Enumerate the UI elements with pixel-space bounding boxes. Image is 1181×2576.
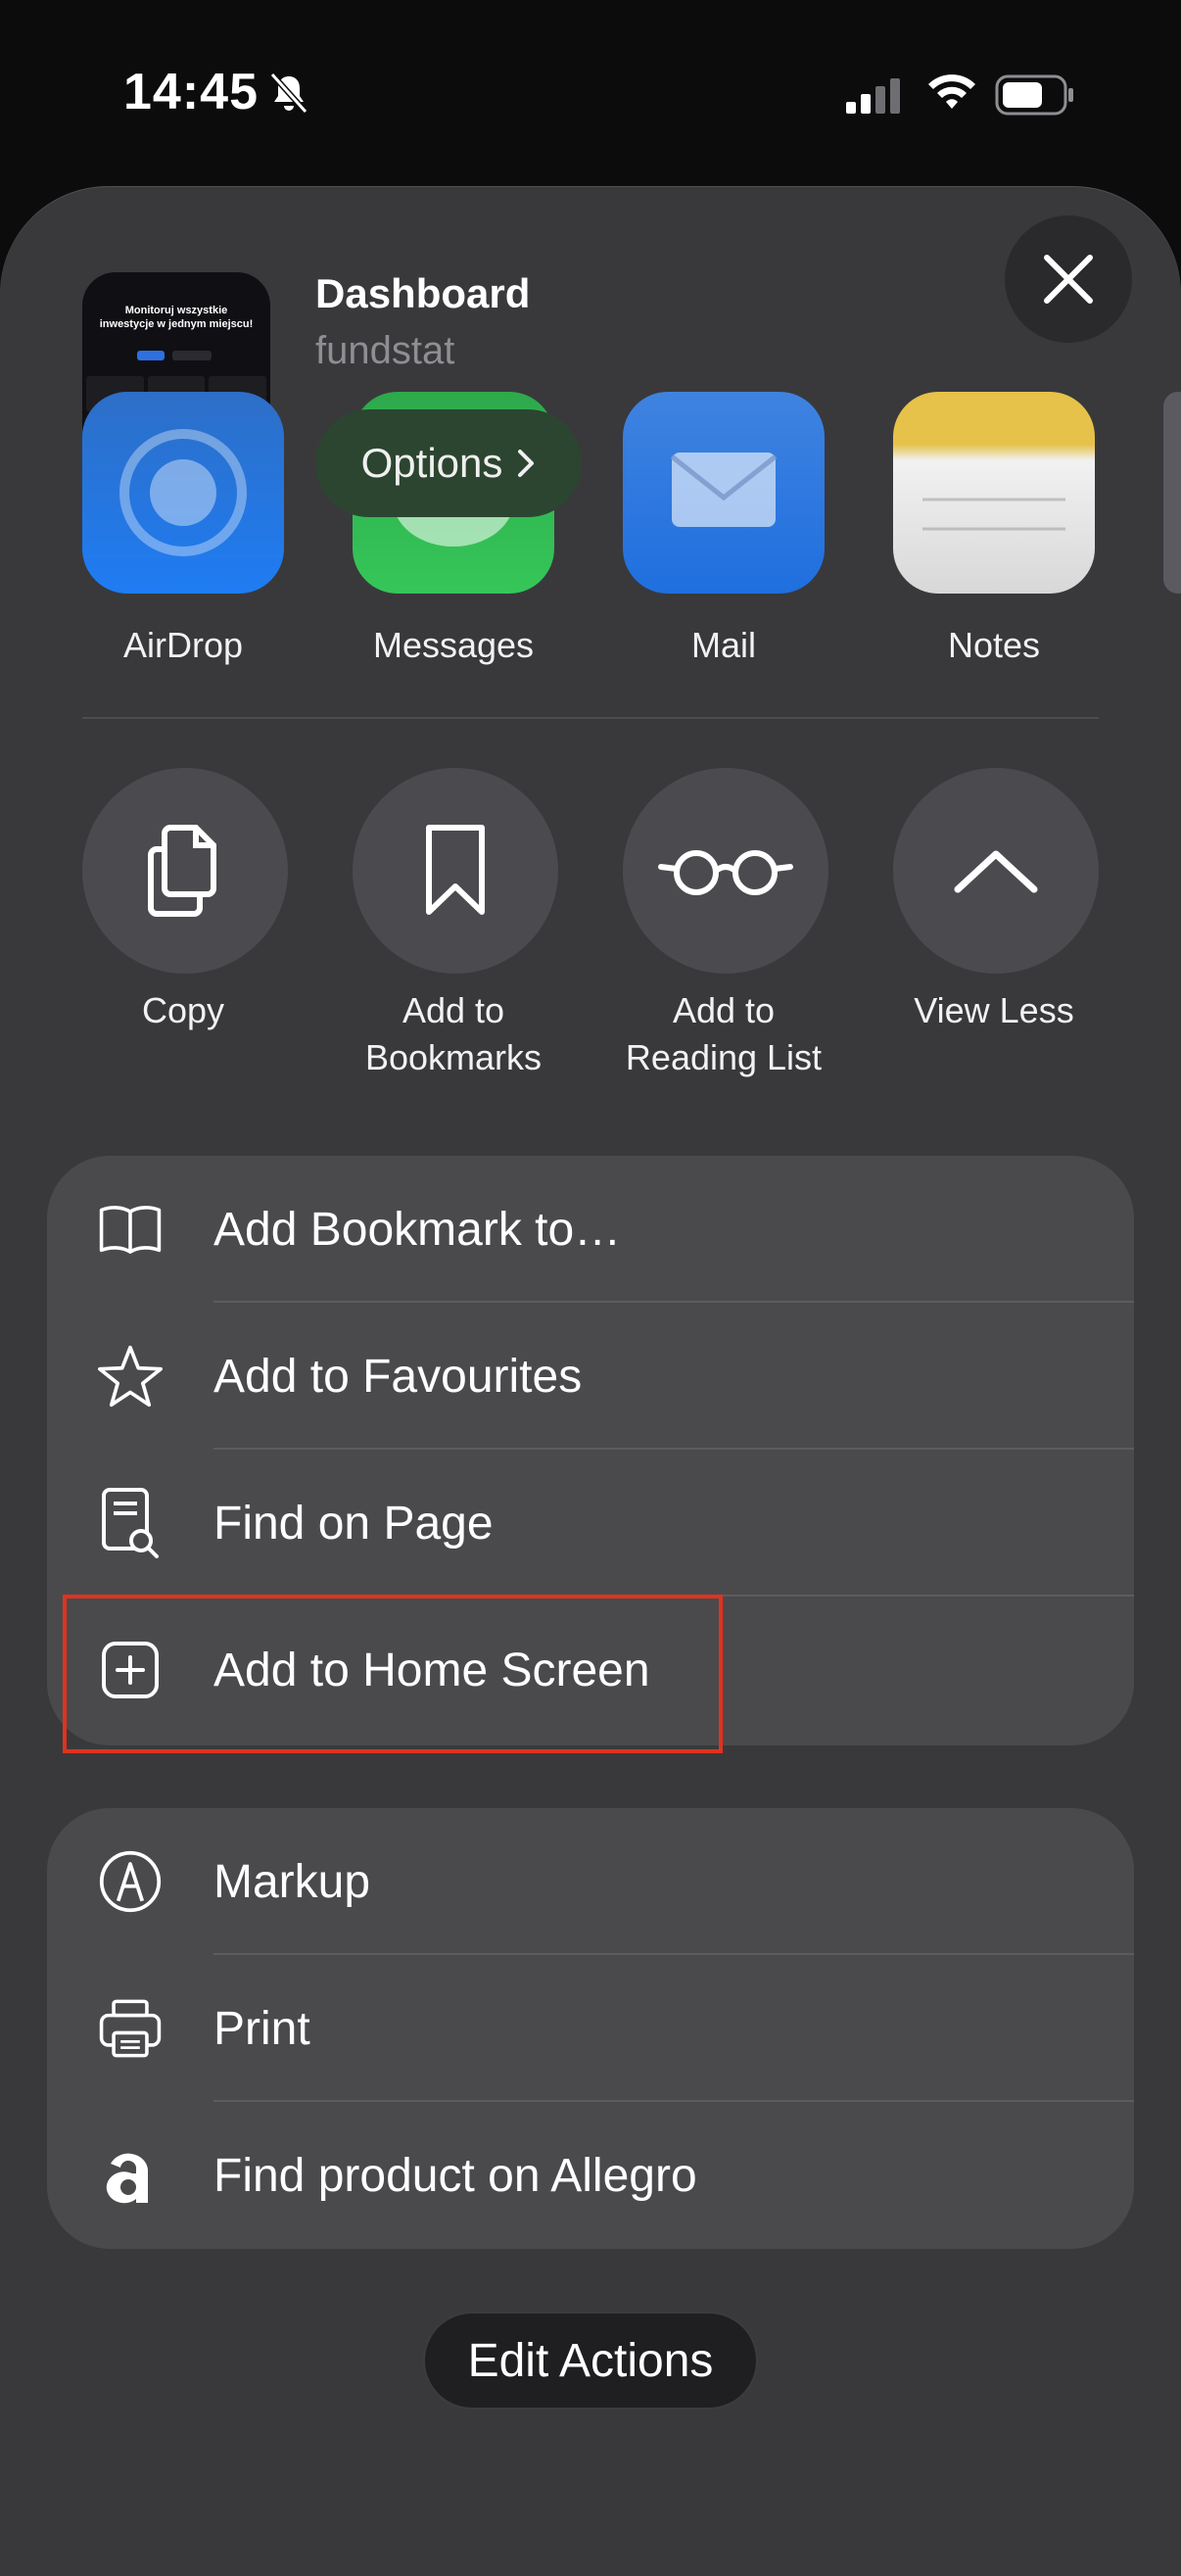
cellular-signal-icon [846,78,900,114]
divider [82,717,1099,719]
star-icon [98,1344,163,1408]
quick-action-label-copy: Copy [141,990,225,1030]
quick-action-label-bookmarks: Add to Bookmarks [364,990,543,1077]
airdrop-icon [119,429,247,556]
menu-item-label: Markup [213,1856,371,1908]
menu-item-label: Find product on Allegro [213,2150,697,2202]
printer-icon [98,1996,163,2061]
menu-item-label: Print [213,2003,310,2055]
glasses-icon [658,850,793,895]
airdrop-app-icon[interactable] [82,392,284,594]
thumbnail-button [137,351,165,360]
share-target-label-airdrop: AirDrop [122,625,244,665]
allegro-icon [98,2143,163,2208]
options-button[interactable]: Options [315,409,582,517]
share-target-label-messages: Messages [372,625,535,665]
find-on-page-icon [98,1488,163,1558]
chevron-right-icon [518,450,535,477]
markup-icon [98,1849,163,1914]
mail-app-icon[interactable] [623,392,825,594]
menu-item-markup[interactable]: Markup [47,1808,1134,1955]
add-to-bookmarks-button[interactable] [353,768,558,974]
menu-item-print[interactable]: Print [47,1955,1134,2102]
mail-icon [670,453,778,527]
copy-icon [148,825,216,917]
menu-item-find-product-on-allegro[interactable]: Find product on Allegro [47,2102,1134,2249]
chevron-up-icon [954,850,1038,893]
highlight-box [63,1595,723,1753]
thumbnail-button-secondary [172,351,212,360]
close-icon [1044,255,1093,304]
add-to-reading-list-button[interactable] [623,768,828,974]
options-label: Options [360,440,503,486]
wifi-icon [928,74,975,109]
quick-action-label-view-less: View Less [914,990,1074,1030]
thumbnail-text: Monitoruj wszystkie inwestycje w jednym … [99,305,254,330]
status-time: 14:45 [123,64,259,120]
menu-group-secondary: Markup Print Find product on Allegro [47,1808,1134,2249]
menu-item-label: Add to Favourites [213,1351,583,1403]
page-subtitle: fundstat [315,329,455,372]
bookmark-icon [426,825,485,915]
copy-button[interactable] [82,768,288,974]
notes-app-icon[interactable] [893,392,1095,594]
menu-item-label: Add Bookmark to… [213,1204,622,1256]
more-app-icon[interactable] [1163,392,1181,594]
view-less-button[interactable] [893,768,1099,974]
status-bar: 14:45 [0,0,1181,186]
edit-actions-button[interactable]: Edit Actions [423,2312,758,2409]
share-target-label-notes: Notes [947,625,1041,665]
share-target-label-mail: Mail [690,625,756,665]
book-icon [98,1197,163,1262]
menu-item-add-bookmark-to[interactable]: Add Bookmark to… [47,1156,1134,1303]
quick-action-label-reading-list: Add to Reading List [625,990,823,1077]
page-title: Dashboard [315,270,531,316]
battery-icon [995,74,1073,116]
notes-icon [922,498,1065,531]
close-button[interactable] [1005,215,1132,343]
menu-item-find-on-page[interactable]: Find on Page [47,1450,1134,1597]
menu-item-add-to-favourites[interactable]: Add to Favourites [47,1303,1134,1450]
menu-item-label: Find on Page [213,1498,494,1550]
silent-bell-icon [269,72,308,115]
